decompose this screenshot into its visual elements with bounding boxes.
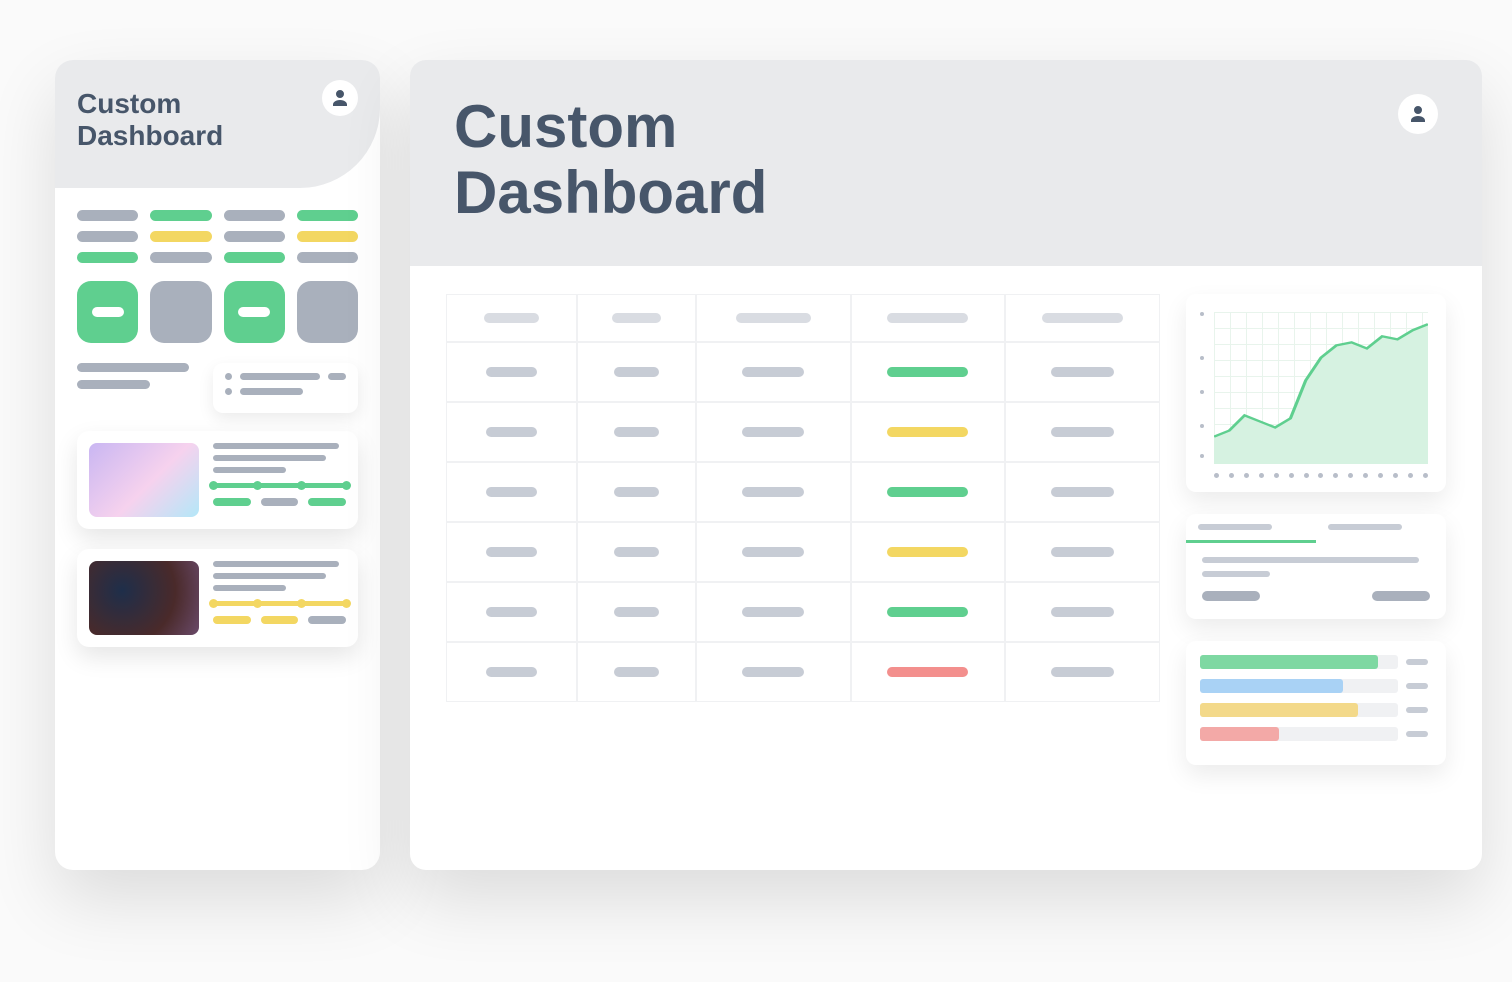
- chip-grid: [77, 210, 358, 263]
- chip[interactable]: [297, 252, 358, 263]
- hbar: [1200, 679, 1398, 693]
- tab-2[interactable]: [1316, 514, 1446, 543]
- thumbnail: [89, 443, 199, 517]
- tile[interactable]: [224, 281, 285, 343]
- desktop-header: Custom Dashboard: [410, 60, 1482, 266]
- hbar: [1200, 655, 1398, 669]
- hbar: [1200, 727, 1398, 741]
- chip[interactable]: [224, 210, 285, 221]
- hbar: [1200, 703, 1398, 717]
- chip[interactable]: [150, 252, 211, 263]
- user-icon: [328, 86, 352, 110]
- line-chart-card[interactable]: [1186, 294, 1446, 492]
- table-row[interactable]: [446, 462, 1160, 522]
- text-block: [77, 363, 199, 413]
- mobile-header: Custom Dashboard: [55, 60, 380, 188]
- bullet-card[interactable]: [213, 363, 359, 413]
- user-icon: [1406, 102, 1430, 126]
- tab-content: [1186, 543, 1446, 619]
- chip[interactable]: [297, 231, 358, 242]
- page-title: Custom Dashboard: [77, 88, 358, 152]
- table-row[interactable]: [446, 582, 1160, 642]
- avatar[interactable]: [1398, 94, 1438, 134]
- chip[interactable]: [224, 252, 285, 263]
- chip[interactable]: [297, 210, 358, 221]
- area-chart: [1200, 308, 1432, 478]
- tab-card: [1186, 514, 1446, 619]
- chip[interactable]: [77, 210, 138, 221]
- tile[interactable]: [77, 281, 138, 343]
- tile[interactable]: [297, 281, 358, 343]
- chip[interactable]: [150, 231, 211, 242]
- data-table: [446, 294, 1160, 765]
- desktop-dashboard-mock: Custom Dashboard: [410, 60, 1482, 870]
- chip[interactable]: [77, 231, 138, 242]
- chip[interactable]: [77, 252, 138, 263]
- table-row[interactable]: [446, 402, 1160, 462]
- table-row[interactable]: [446, 642, 1160, 702]
- tile[interactable]: [150, 281, 211, 343]
- table-header-row: [446, 294, 1160, 342]
- chip[interactable]: [224, 231, 285, 242]
- media-card[interactable]: [77, 431, 358, 529]
- mobile-dashboard-mock: Custom Dashboard: [55, 60, 380, 870]
- table-row[interactable]: [446, 522, 1160, 582]
- hbar-chart-card[interactable]: [1186, 641, 1446, 765]
- thumbnail: [89, 561, 199, 635]
- tab-1[interactable]: [1186, 514, 1316, 543]
- media-card[interactable]: [77, 549, 358, 647]
- page-title: Custom Dashboard: [454, 94, 767, 226]
- table-row[interactable]: [446, 342, 1160, 402]
- horizontal-bar-chart: [1200, 655, 1432, 741]
- avatar[interactable]: [322, 80, 358, 116]
- chip[interactable]: [150, 210, 211, 221]
- tile-row: [77, 281, 358, 343]
